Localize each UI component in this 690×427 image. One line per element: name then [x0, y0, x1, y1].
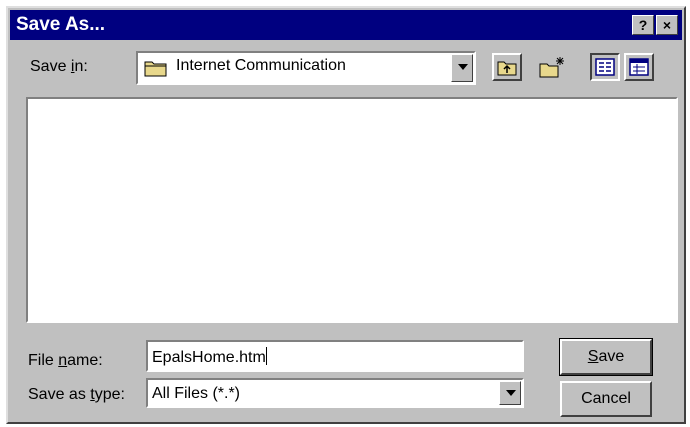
save-as-type-combobox[interactable]: All Files (*.*)	[146, 378, 524, 408]
save-as-dialog: Save As... ? × Save in: Internet Communi…	[6, 6, 686, 424]
save-as-type-label: Save as type:	[28, 386, 125, 403]
save-in-dropdown-button[interactable]	[451, 54, 473, 82]
folder-icon	[144, 58, 168, 78]
save-button[interactable]: Save	[559, 338, 653, 376]
text-caret	[265, 347, 267, 365]
dialog-title: Save As...	[16, 14, 106, 35]
file-name-input[interactable]: EpalsHome.htm	[146, 340, 524, 372]
save-as-type-dropdown-button[interactable]	[499, 381, 521, 405]
details-view-icon	[629, 58, 649, 76]
save-in-combobox[interactable]: Internet Communication	[136, 51, 476, 85]
list-view-button[interactable]	[590, 53, 620, 81]
close-button[interactable]: ×	[656, 15, 678, 35]
up-one-level-button[interactable]	[492, 53, 522, 81]
list-view-icon	[595, 58, 615, 76]
help-button[interactable]: ?	[632, 15, 654, 35]
chevron-down-icon	[506, 390, 516, 396]
new-folder-icon	[538, 55, 566, 79]
file-name-value: EpalsHome.htm	[152, 349, 266, 366]
chevron-down-icon	[458, 64, 468, 70]
save-as-type-value: All Files (*.*)	[152, 385, 241, 402]
cancel-button[interactable]: Cancel	[560, 381, 652, 417]
title-bar[interactable]: Save As... ? ×	[10, 10, 682, 40]
create-new-folder-button[interactable]	[536, 53, 566, 81]
file-list[interactable]	[26, 97, 678, 323]
details-view-button[interactable]	[624, 53, 654, 81]
up-one-level-icon	[496, 57, 518, 77]
save-in-label: Save in:	[30, 58, 88, 75]
file-name-label: File name:	[28, 352, 103, 369]
save-in-value: Internet Communication	[176, 57, 346, 74]
